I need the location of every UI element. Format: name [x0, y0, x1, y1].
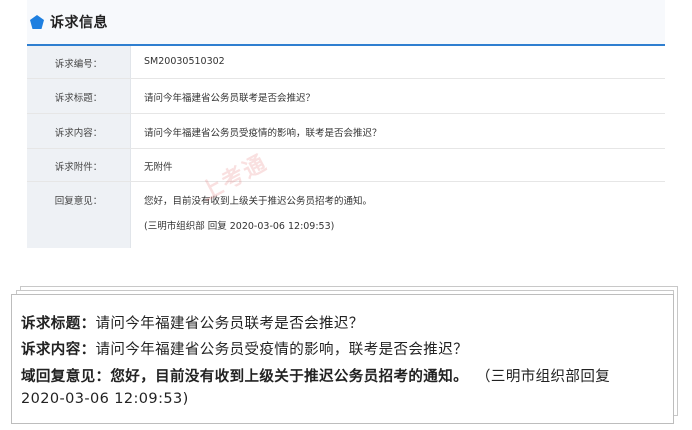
summary-reply-value: 您好，目前没有收到上级关于推迟公务员招考的通知。 — [110, 369, 469, 385]
appeal-attachment-label: 诉求附件： — [54, 162, 103, 173]
summary-reply-source: （三明市组织部回复 — [476, 369, 611, 385]
appeal-content-label: 诉求内容： — [54, 128, 103, 139]
summary-reply-label: 域回复意见： — [21, 369, 111, 385]
summary-reply-time: 2020-03-06 12:09:53) — [21, 391, 189, 407]
summary-content-value: 请问今年福建省公务员受疫情的影响，联考是否会推迟？ — [95, 342, 468, 358]
table-row: 诉求编号： SM20030510302 — [27, 46, 665, 79]
summary-title-value: 请问今年福建省公务员联考是否会推迟？ — [95, 316, 364, 332]
row-label: 诉求内容： — [27, 114, 131, 148]
table-row: 诉求附件： 无附件 — [27, 149, 665, 182]
appeal-attachment-value: 无附件 — [144, 162, 173, 173]
summary-reply-time-line: 2020-03-06 12:09:53) — [21, 391, 189, 407]
summary-content-line: 诉求内容：请问今年福建省公务员受疫情的影响，联考是否会推迟？ — [21, 338, 468, 359]
table-row: 诉求内容： 请问今年福建省公务员受疫情的影响，联考是否会推迟？ — [27, 114, 665, 149]
table-row: 诉求标题： 请问今年福建省公务员联考是否会推迟？ — [27, 79, 665, 114]
reply-label: 回复意见： — [54, 196, 103, 207]
row-label: 诉求编号： — [27, 46, 131, 78]
table-row: 回复意见： 您好，目前没有收到上级关于推迟公务员招考的通知。 (三明市组织部 回… — [27, 182, 665, 248]
summary-card: 诉求标题：请问今年福建省公务员联考是否会推迟？ 诉求内容：请问今年福建省公务员受… — [11, 294, 674, 424]
summary-title-line: 诉求标题：请问今年福建省公务员联考是否会推迟？ — [21, 312, 364, 333]
panel-title: 诉求信息 — [50, 15, 108, 31]
appeal-number-value: SM20030510302 — [144, 56, 225, 67]
summary-reply-line: 域回复意见：您好，目前没有收到上级关于推迟公务员招考的通知。 （三明市组织部回复 — [21, 365, 610, 386]
reply-meta: (三明市组织部 回复 2020-03-06 12:09:53) — [144, 221, 335, 232]
summary-content-label: 诉求内容： — [21, 342, 96, 358]
appeal-title-label: 诉求标题： — [54, 93, 103, 104]
info-table: 诉求编号： SM20030510302 诉求标题： 请问今年福建省公务员联考是否… — [27, 46, 665, 248]
appeal-info-panel: 诉求信息 诉求编号： SM20030510302 诉求标题： 请问今年福建省公务… — [27, 0, 665, 248]
reply-value: 您好，目前没有收到上级关于推迟公务员招考的通知。 — [144, 196, 373, 207]
pentagon-icon — [30, 15, 44, 29]
panel-header: 诉求信息 — [27, 0, 665, 46]
appeal-title-value: 请问今年福建省公务员联考是否会推迟？ — [144, 93, 316, 104]
row-label: 回复意见： — [27, 182, 131, 248]
row-label: 诉求标题： — [27, 79, 131, 113]
summary-title-label: 诉求标题： — [21, 316, 96, 332]
appeal-number-label: 诉求编号： — [54, 59, 103, 70]
appeal-content-value: 请问今年福建省公务员受疫情的影响，联考是否会推迟？ — [144, 128, 382, 139]
row-label: 诉求附件： — [27, 149, 131, 181]
